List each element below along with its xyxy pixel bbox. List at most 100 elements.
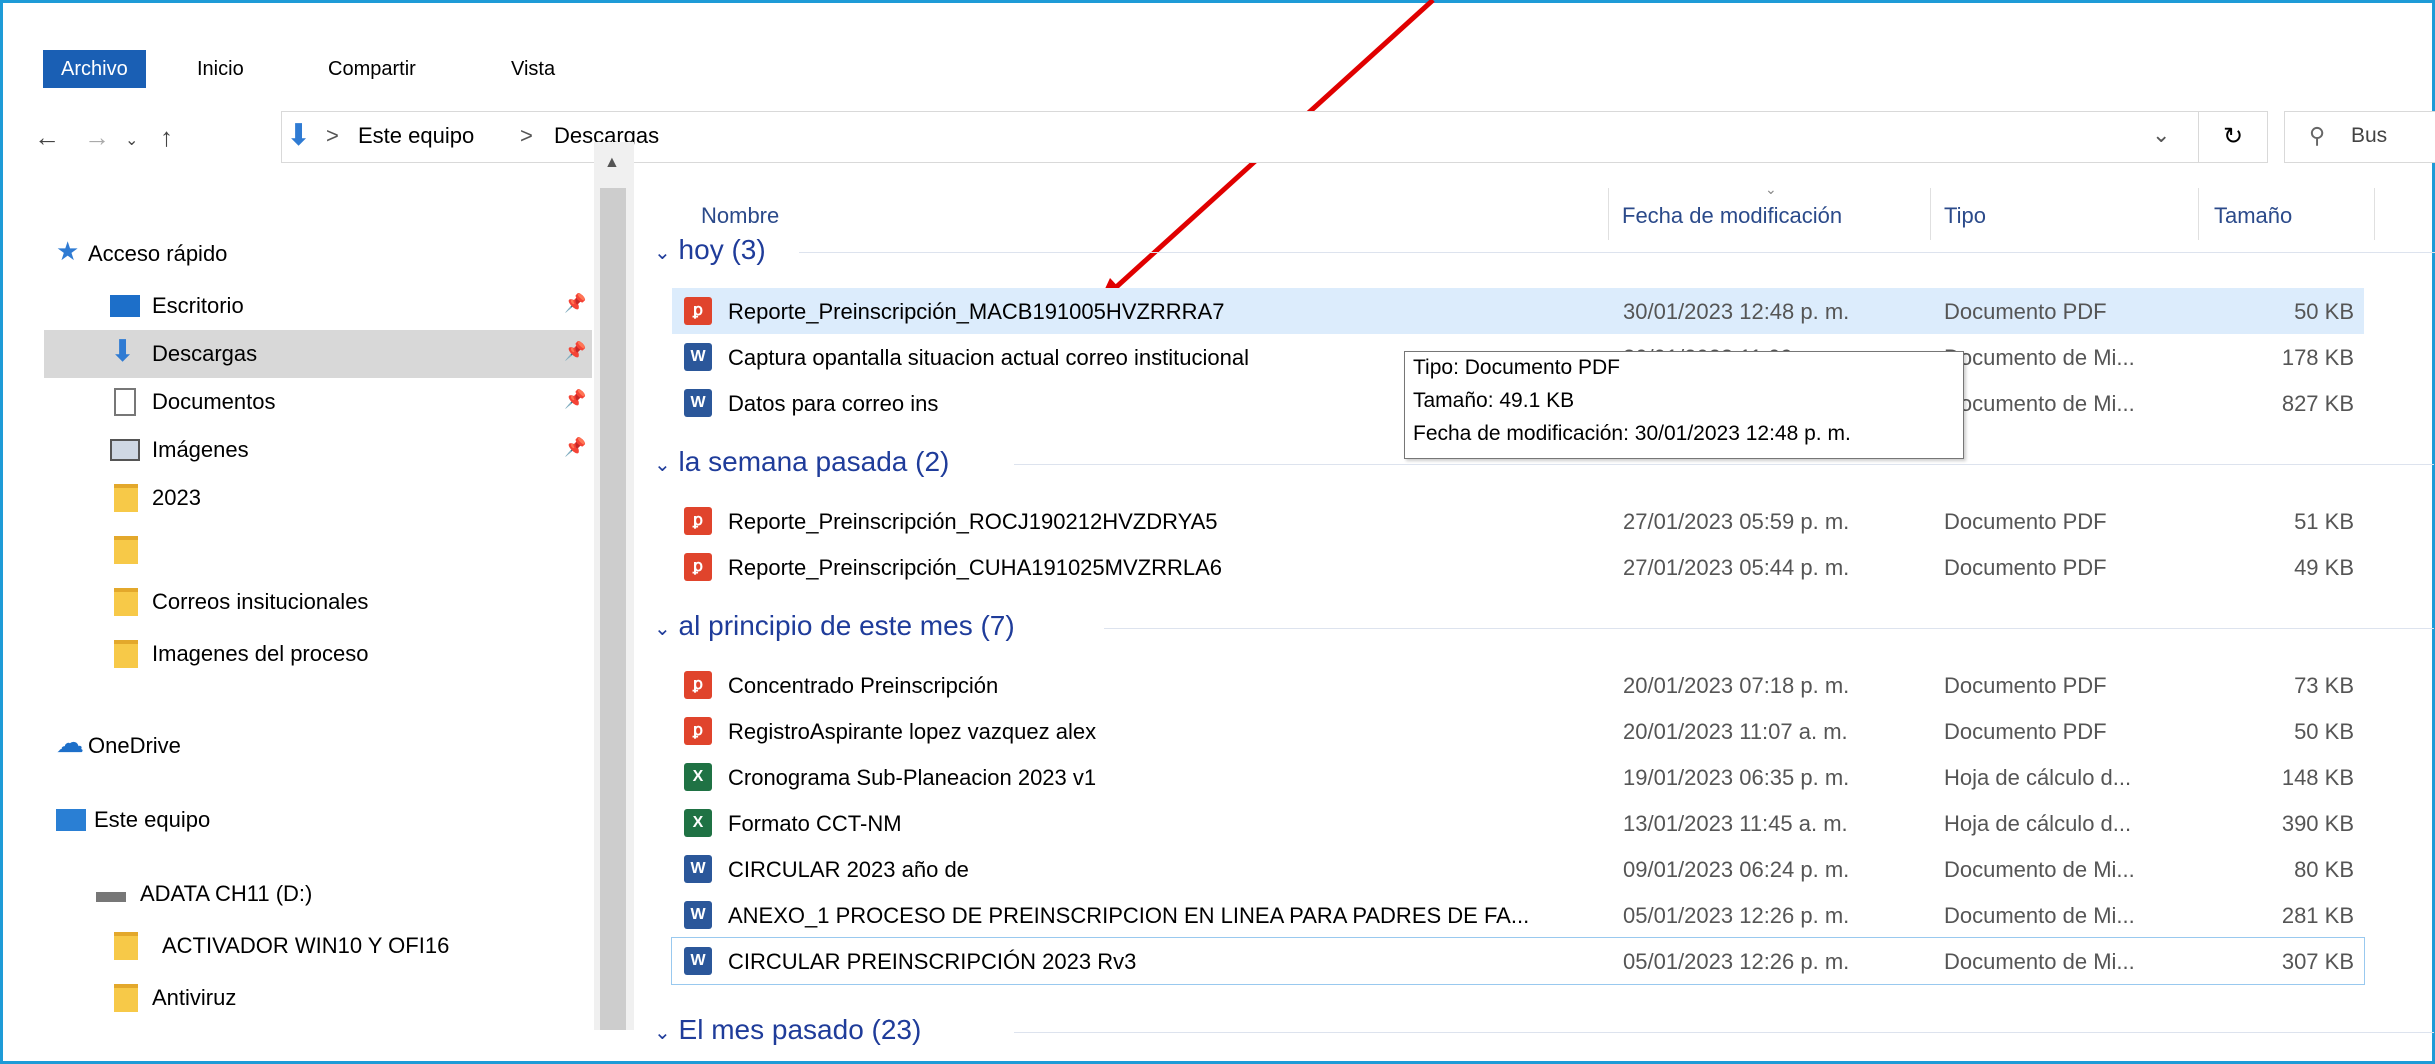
file-row[interactable]: X Cronograma Sub-Planeacion 2023 v1 19/0… [672, 754, 2364, 800]
file-date: 27/01/2023 05:59 p. m. [1623, 509, 1850, 534]
sidebar-scrollbar[interactable]: ▲ [594, 142, 634, 1030]
group-label-text: la semana pasada (2) [678, 446, 950, 477]
file-row[interactable]: X Formato CCT-NM 13/01/2023 11:45 a. m. … [672, 800, 2364, 846]
refresh-button[interactable]: ↻ [2198, 111, 2268, 163]
folder-icon [114, 536, 138, 564]
file-date: 13/01/2023 11:45 a. m. [1623, 811, 1848, 836]
group-header-mes-pasado[interactable]: ⌄ El mes pasado (23) [654, 1012, 2434, 1052]
address-bar[interactable]: ⬇ > Este equipo > Descargas ⌄ [281, 111, 2199, 163]
chevron-down-icon: ⌄ [654, 618, 671, 640]
chevron-down-icon: ⌄ [654, 1022, 671, 1044]
sidebar-item-label: Antiviruz [152, 985, 237, 1010]
sidebar-item-label: Acceso rápido [88, 241, 228, 266]
group-label: ⌄ El mes pasado (23) [654, 1014, 921, 1046]
chevron-down-icon: ⌄ [654, 454, 671, 476]
ribbon-tabs: Archivo Inicio Compartir Vista [3, 44, 2432, 92]
sidebar-item-descargas[interactable]: ⬇ Descargas 📌 [44, 330, 592, 378]
sidebar-item-este-equipo[interactable]: Este equipo [44, 796, 592, 844]
star-icon: ★ [56, 236, 80, 266]
tab-compartir[interactable]: Compartir [310, 50, 434, 88]
sidebar-item-documentos[interactable]: Documentos 📌 [44, 378, 592, 426]
column-header-date[interactable]: Fecha de modificación [1622, 203, 1842, 229]
file-type: Documento PDF [1944, 299, 2107, 324]
pin-icon[interactable]: 📌 [564, 437, 586, 458]
file-row[interactable]: W ANEXO_1 PROCESO DE PREINSCRIPCION EN L… [672, 892, 2364, 938]
file-size: 50 KB [2294, 719, 2354, 744]
word-file-icon: W [684, 947, 712, 975]
sidebar-item-imagenes[interactable]: Imágenes 📌 [44, 426, 592, 474]
file-size: 73 KB [2294, 673, 2354, 698]
file-size: 307 KB [2281, 949, 2354, 974]
file-size: 49 KB [2294, 555, 2354, 580]
group-header-principio-mes[interactable]: ⌄ al principio de este mes (7) [654, 608, 2434, 648]
sidebar-item-label: Imagenes del proceso [152, 641, 369, 666]
sidebar-item-escritorio[interactable]: Escritorio 📌 [44, 282, 592, 330]
file-name: Formato CCT-NM [728, 811, 902, 836]
group-header-hoy[interactable]: ⌄ hoy (3) [654, 232, 2435, 272]
column-header-type[interactable]: Tipo [1944, 203, 1986, 229]
file-row[interactable]: ꝑ RegistroAspirante lopez vazquez alex 2… [672, 708, 2364, 754]
file-row[interactable]: W CIRCULAR PREINSCRIPCIÓN 2023 Rv3 05/01… [671, 937, 2365, 985]
file-row[interactable]: W CIRCULAR 2023 año de 09/01/2023 06:24 … [672, 846, 2364, 892]
sidebar-item-adata[interactable]: ADATA CH11 (D:) [44, 870, 592, 918]
file-size: 148 KB [2281, 765, 2354, 790]
sidebar-item-label: ACTIVADOR WIN10 Y OFI16 [162, 933, 450, 958]
sidebar-item-onedrive[interactable]: ☁ OneDrive [44, 722, 592, 770]
recent-locations-dropdown[interactable]: ⌄ [125, 130, 138, 150]
up-button[interactable]: ↑ [160, 122, 173, 153]
file-row[interactable]: ꝑ Concentrado Preinscripción 20/01/2023 … [672, 662, 2364, 708]
column-header-size[interactable]: Tamaño [2214, 203, 2292, 229]
group-divider [1104, 628, 2434, 629]
sidebar-item-correos-insitucionales[interactable]: Correos insitucionales [44, 578, 592, 626]
forward-button[interactable]: → [84, 122, 110, 153]
desktop-icon [110, 295, 140, 317]
download-location-icon: ⬇ [286, 119, 312, 152]
group-label-text: al principio de este mes (7) [678, 610, 1015, 641]
file-date: 09/01/2023 06:24 p. m. [1623, 857, 1850, 882]
file-row[interactable]: ꝑ Reporte_Preinscripción_CUHA191025MVZRR… [672, 544, 2364, 590]
pin-icon[interactable]: 📌 [564, 293, 586, 314]
search-box[interactable]: ⚲ Bus [2284, 111, 2435, 163]
file-type: Documento de Mi... [1944, 857, 2135, 882]
scrollbar-thumb[interactable] [600, 188, 626, 1030]
back-button[interactable]: ← [34, 122, 60, 153]
word-file-icon: W [684, 855, 712, 883]
group-divider [1014, 464, 2434, 465]
pin-icon[interactable]: 📌 [564, 341, 586, 362]
chevron-down-icon[interactable]: ⌄ [2152, 122, 2170, 148]
file-name: ANEXO_1 PROCESO DE PREINSCRIPCION EN LIN… [728, 903, 1530, 928]
sidebar-item-unnamed-folder[interactable] [44, 526, 592, 574]
column-header-name[interactable]: Nombre [701, 203, 779, 229]
file-type: Documento PDF [1944, 673, 2107, 698]
sidebar-item-imagenes-del-proceso[interactable]: Imagenes del proceso [44, 630, 592, 678]
sort-chevron-icon: ⌄ [1765, 181, 1777, 197]
breadcrumb-separator: > [326, 123, 339, 148]
file-name: RegistroAspirante lopez vazquez alex [728, 719, 1097, 744]
sidebar-item-antiviruz[interactable]: Antiviruz [44, 974, 592, 1022]
pin-icon[interactable]: 📌 [564, 389, 586, 410]
group-label-text: hoy (3) [678, 234, 766, 265]
sidebar-item-acceso-rapido[interactable]: ★ Acceso rápido [44, 230, 592, 278]
sidebar-item-activador[interactable]: ACTIVADOR WIN10 Y OFI16 [44, 922, 592, 970]
images-icon [110, 439, 140, 461]
file-row[interactable]: ꝑ Reporte_Preinscripción_ROCJ190212HVZDR… [672, 498, 2364, 544]
search-input[interactable]: Bus [2351, 124, 2387, 148]
file-row[interactable]: ꝑ Reporte_Preinscripción_MACB191005HVZRR… [672, 288, 2364, 334]
tab-archivo[interactable]: Archivo [43, 50, 146, 88]
tab-vista[interactable]: Vista [493, 50, 573, 88]
breadcrumb-este-equipo[interactable]: Este equipo [358, 123, 474, 149]
folder-icon [114, 640, 138, 668]
sidebar-item-2023[interactable]: 2023 [44, 474, 592, 522]
tooltip-date: Fecha de modificación: 30/01/2023 12:48 … [1413, 422, 1851, 445]
word-file-icon: W [684, 901, 712, 929]
file-date: 05/01/2023 12:26 p. m. [1623, 903, 1850, 928]
sidebar-item-label: Escritorio [152, 293, 244, 318]
download-icon: ⬇ [110, 335, 136, 368]
group-divider [799, 252, 2435, 253]
tab-inicio[interactable]: Inicio [179, 50, 262, 88]
file-size: 51 KB [2294, 509, 2354, 534]
pdf-file-icon: ꝑ [684, 553, 712, 581]
file-name: CIRCULAR PREINSCRIPCIÓN 2023 Rv3 [728, 949, 1137, 974]
computer-icon [56, 809, 86, 831]
scroll-up-icon[interactable]: ▲ [604, 154, 620, 172]
